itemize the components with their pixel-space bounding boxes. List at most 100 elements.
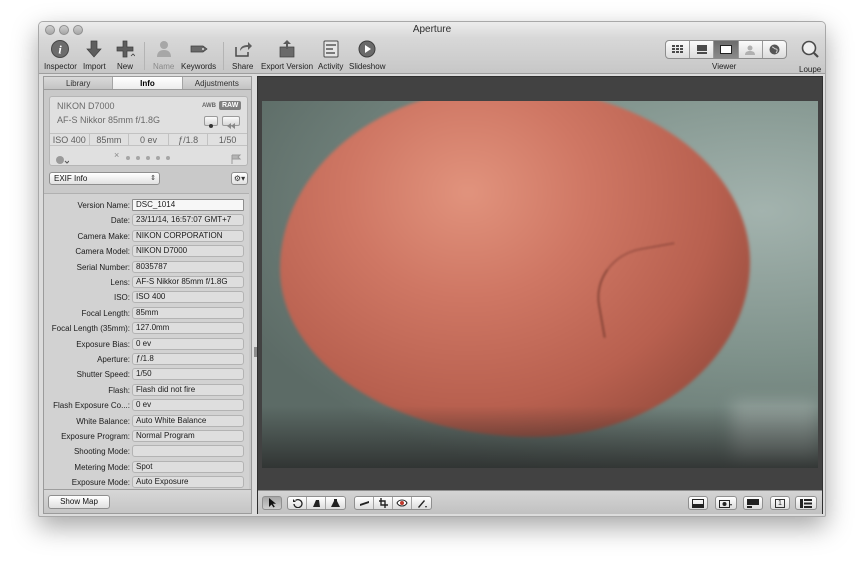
filmstrip-icon — [696, 45, 707, 54]
metadata-label: White Balance: — [76, 416, 130, 426]
export-version-button[interactable]: Export Version — [261, 39, 313, 71]
inspector-tabs: Library Info Adjustments — [44, 77, 251, 90]
stamp-tool[interactable] — [326, 497, 345, 509]
tab-adjustments[interactable]: Adjustments — [183, 77, 251, 89]
metadata-value-field[interactable]: Spot — [132, 460, 244, 473]
lift-tool[interactable] — [307, 497, 326, 509]
close-window-button[interactable] — [45, 25, 55, 35]
metadata-label: Lens: — [110, 278, 130, 287]
color-label-icon[interactable] — [55, 152, 70, 170]
metadata-row: Shooting Mode: — [44, 444, 249, 459]
import-button[interactable]: Import — [83, 39, 106, 71]
metadata-value-field[interactable]: 8035787 — [132, 260, 244, 273]
metadata-row: Focal Length (35mm): 127.0mm — [44, 321, 249, 336]
show-map-button[interactable]: Show Map — [48, 495, 110, 509]
metadata-label: Focal Length (35mm): — [51, 324, 130, 334]
name-label: Name — [153, 62, 175, 71]
share-label: Share — [232, 62, 254, 71]
viewer-layout-button[interactable] — [743, 496, 763, 510]
metadata-value-field[interactable]: 1/50 — [132, 368, 244, 381]
rating-star-2[interactable] — [136, 156, 140, 160]
viewer-single-mode[interactable] — [714, 41, 739, 58]
eye-icon — [396, 499, 408, 507]
select-tool-button[interactable] — [262, 496, 282, 510]
magnifier-icon — [801, 40, 819, 58]
viewer-mode-control — [665, 40, 787, 59]
quick-tools-group — [287, 496, 346, 510]
metadata-value-field[interactable]: 127.0mm — [132, 322, 244, 335]
viewer-faces-mode[interactable] — [739, 41, 763, 58]
metadata-action-button[interactable]: ⚙▾ — [231, 172, 248, 185]
red-eye-tool[interactable] — [393, 497, 412, 509]
viewer-label: Viewer — [712, 62, 737, 71]
straighten-icon — [359, 501, 369, 506]
metadata-label: Metering Mode: — [74, 462, 130, 472]
minimize-window-button[interactable] — [59, 25, 69, 35]
metadata-value-field[interactable]: 23/11/14, 16:57:07 GMT+7 — [132, 214, 244, 227]
metadata-value-field[interactable]: NIKON CORPORATION — [132, 229, 244, 242]
metadata-value-field[interactable]: Normal Program — [132, 430, 244, 442]
metadata-value-field[interactable]: Auto Exposure — [132, 476, 244, 489]
metadata-value-field[interactable] — [132, 445, 244, 458]
new-button[interactable]: New — [115, 39, 135, 71]
metadata-value-field[interactable]: NIKON D7000 — [132, 245, 244, 258]
stamp-icon — [331, 499, 340, 507]
rotate-tool[interactable] — [288, 497, 307, 509]
metadata-value-field[interactable]: Flash did not fire — [132, 383, 244, 396]
viewer-filmstrip-mode[interactable] — [690, 41, 715, 58]
down-arrow-icon — [86, 40, 103, 58]
metadata-label: Serial Number: — [76, 262, 130, 272]
rating-star-1[interactable] — [126, 156, 130, 160]
lift-stamp-icon — [312, 500, 320, 507]
page-indicator-button[interactable]: 1 — [770, 496, 790, 510]
metadata-value-field[interactable]: 0 ev — [132, 337, 244, 350]
exposure-summary: ISO 400 85mm 0 ev ƒ/1.8 1/50 — [50, 133, 247, 146]
brush-tool[interactable] — [412, 497, 431, 509]
photo-canvas[interactable] — [262, 101, 818, 468]
rating-star-4[interactable] — [156, 156, 160, 160]
rating-star-3[interactable] — [146, 156, 150, 160]
metadata-value-field[interactable]: Auto White Balance — [132, 414, 244, 427]
camera-info-box: NIKON D7000 AF-S Nikkor 85mm f/1.8G AWB … — [49, 96, 248, 166]
share-icon — [234, 42, 252, 57]
metadata-value-field[interactable]: ƒ/1.8 — [132, 353, 244, 365]
metadata-row: Date: 23/11/14, 16:57:07 GMT+7 — [44, 213, 249, 228]
loupe-button[interactable]: Loupe — [799, 39, 821, 74]
brush-icon — [417, 500, 427, 508]
metadata-row: Camera Make: NIKON CORPORATION — [44, 229, 249, 244]
viewer-places-mode[interactable] — [763, 41, 786, 58]
slideshow-button[interactable]: Slideshow — [349, 39, 385, 71]
straighten-tool[interactable] — [355, 497, 374, 509]
metadata-row: Camera Model: NIKON D7000 — [44, 244, 249, 259]
zoom-window-button[interactable] — [73, 25, 83, 35]
camera-model: NIKON D7000 — [57, 101, 115, 111]
toolbar-separator — [223, 42, 224, 70]
name-button[interactable]: Name — [153, 39, 174, 71]
flag-icon[interactable] — [230, 151, 242, 169]
tab-info[interactable]: Info — [113, 77, 183, 89]
viewer-grid-mode[interactable] — [666, 41, 691, 58]
metadata-label: Exposure Program: — [61, 432, 130, 441]
gear-icon: ⚙▾ — [233, 174, 246, 183]
browser-toggle-button[interactable] — [688, 496, 708, 510]
iso-value: ISO 400 — [50, 134, 90, 145]
keywords-button[interactable]: Keywords — [181, 39, 216, 71]
metadata-row: White Balance: Auto White Balance — [44, 414, 249, 429]
metadata-view-select[interactable]: EXIF Info ⇕ — [49, 172, 160, 185]
metadata-value-field[interactable]: AF-S Nikkor 85mm f/1.8G — [132, 276, 244, 288]
share-button[interactable]: Share — [232, 39, 253, 71]
tab-library[interactable]: Library — [44, 77, 114, 89]
metadata-value-field[interactable]: 85mm — [132, 306, 244, 319]
reject-button[interactable]: × — [114, 150, 119, 160]
inspector-button[interactable]: i Inspector — [44, 39, 77, 71]
metadata-value-field[interactable]: ISO 400 — [132, 291, 244, 304]
activity-button[interactable]: Activity — [318, 39, 343, 71]
metadata-value-field[interactable]: DSC_1014 — [132, 199, 244, 211]
metadata-value-field[interactable]: 0 ev — [132, 399, 244, 412]
window-title: Aperture — [412, 24, 452, 35]
list-view-button[interactable] — [795, 496, 817, 510]
show-original-button[interactable] — [715, 496, 737, 510]
rating-star-5[interactable] — [166, 156, 170, 160]
crop-tool[interactable] — [374, 497, 393, 509]
export-version-label: Export Version — [261, 62, 314, 71]
